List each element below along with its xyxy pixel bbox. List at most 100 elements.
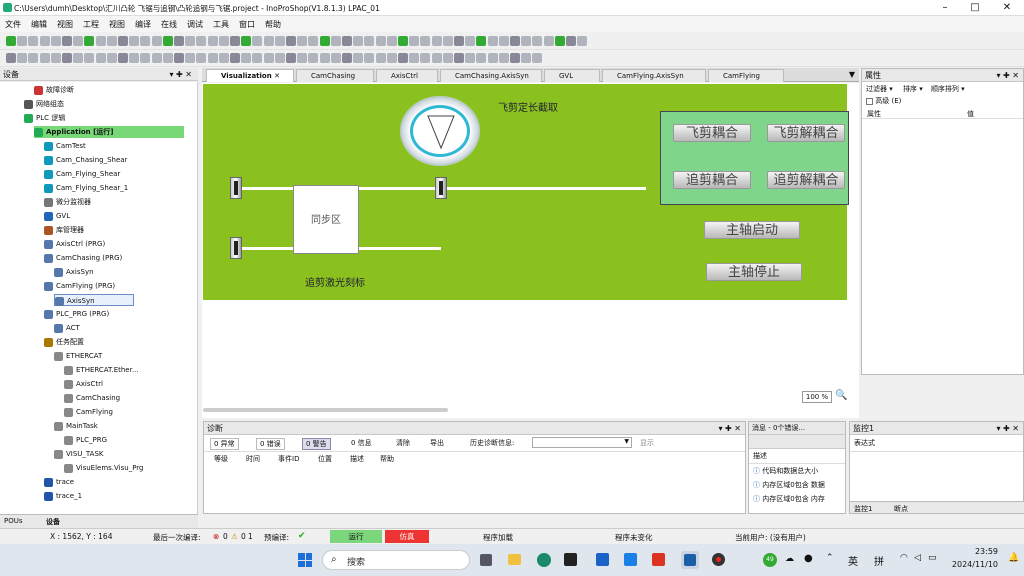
toolbar-button-icon[interactable] <box>330 53 341 63</box>
taskbar-search[interactable]: ⌕ 搜索 <box>322 550 470 570</box>
toolbar-button-icon[interactable] <box>442 36 453 46</box>
tree-node[interactable]: trace <box>44 476 74 488</box>
toolbar-button-icon[interactable] <box>174 53 184 63</box>
file-explorer-icon[interactable] <box>508 554 521 565</box>
menu-view[interactable]: 视图 <box>52 16 78 33</box>
tree-node[interactable]: AxisCtrl <box>64 378 103 390</box>
info-filter-button[interactable]: 0 信息 <box>348 438 375 448</box>
message-item[interactable]: ⓘ 内存区域0包含 内存 <box>749 492 845 506</box>
toolbar-button-icon[interactable] <box>73 53 84 63</box>
toolbar-button-icon[interactable] <box>454 36 464 46</box>
close-button[interactable]: ✕ <box>997 2 1017 13</box>
tree-node[interactable]: CamChasing (PRG) <box>44 252 122 264</box>
toolbar-button-icon[interactable] <box>308 36 319 46</box>
toolbar-button-icon[interactable] <box>420 36 431 46</box>
wps-icon[interactable] <box>652 553 665 566</box>
tree-node[interactable]: 库管理器 <box>44 224 84 236</box>
tab-watch1[interactable]: 监控1 <box>854 504 872 514</box>
toolbar-button-icon[interactable] <box>241 36 252 46</box>
tree-node[interactable]: MainTask <box>54 420 98 432</box>
menu-file[interactable]: 文件 <box>0 16 26 33</box>
tree-node[interactable]: AxisSyn <box>54 266 94 278</box>
clock-date[interactable]: 2024/11/10 <box>948 560 998 569</box>
toolbar-button-icon[interactable] <box>364 53 375 63</box>
mail-icon[interactable] <box>596 553 609 566</box>
tree-node[interactable]: AxisCtrl (PRG) <box>44 238 105 250</box>
battery-icon[interactable]: ▭ <box>928 553 937 563</box>
toolbar-button-icon[interactable] <box>342 36 352 46</box>
windows-start-icon[interactable] <box>298 553 312 567</box>
toolbar-button-icon[interactable] <box>62 36 72 46</box>
tree-node[interactable]: CamTest <box>44 140 86 152</box>
master-stop-button[interactable]: 主轴停止 <box>706 263 802 281</box>
tab-breakpoints[interactable]: 断点 <box>894 504 908 514</box>
toolbar-button-icon[interactable] <box>162 36 173 46</box>
toolbar-button-icon[interactable] <box>106 36 117 46</box>
toolbar-button-icon[interactable] <box>28 36 39 46</box>
toolbar-button-icon[interactable] <box>409 36 420 46</box>
tab-camchasing-axissyn[interactable]: CamChasing.AxisSyn <box>440 69 542 82</box>
menu-window[interactable]: 窗口 <box>234 16 260 33</box>
tree-node[interactable]: GVL <box>44 210 70 222</box>
tree-node[interactable]: 网络组态 <box>24 98 64 110</box>
toolbar-button-icon[interactable] <box>286 36 296 46</box>
toolbar-button-icon[interactable] <box>510 53 520 63</box>
speaker-icon[interactable]: ◁ <box>914 553 921 563</box>
chase-decouple-button[interactable]: 追剪解耦合 <box>767 171 845 189</box>
toolbar-button-icon[interactable] <box>353 53 364 63</box>
toolbar-button-icon[interactable] <box>274 53 285 63</box>
toolbar-button-icon[interactable] <box>39 36 50 46</box>
clock-time[interactable]: 23:59 <box>948 547 998 556</box>
task-view-icon[interactable] <box>480 554 492 566</box>
toolbar-button-icon[interactable] <box>129 36 140 46</box>
toolbar-button-icon[interactable] <box>398 53 408 63</box>
show-button[interactable]: 显示 <box>640 438 654 448</box>
tree-node[interactable]: PLC 逻辑 <box>24 112 65 124</box>
toolbar-button-icon[interactable] <box>454 53 464 63</box>
toolbar-button-icon[interactable] <box>106 53 117 63</box>
notification-bell-icon[interactable]: 🔔 <box>1008 553 1019 563</box>
toolbar-button-icon[interactable] <box>431 53 442 63</box>
tree-node[interactable]: Cam_Chasing_Shear <box>44 154 127 166</box>
tree-node[interactable]: Application [运行] <box>34 126 184 138</box>
toolbar-button-icon[interactable] <box>185 36 196 46</box>
chase-couple-button[interactable]: 追剪耦合 <box>673 171 751 189</box>
toolbar-button-icon[interactable] <box>6 36 16 46</box>
toolbar-button-icon[interactable] <box>95 36 106 46</box>
toolbar-button-icon[interactable] <box>297 53 308 63</box>
tree-node[interactable]: ETHERCAT.Ether... <box>64 364 139 376</box>
toolbar-button-icon[interactable] <box>431 36 442 46</box>
toolbar-button-icon[interactable] <box>476 53 487 63</box>
menu-view2[interactable]: 视图 <box>104 16 130 33</box>
error-filter-button[interactable]: 0 错误 <box>256 438 285 450</box>
toolbar-button-icon[interactable] <box>330 36 341 46</box>
horizontal-scrollbar[interactable] <box>203 408 448 412</box>
toolbar-button-icon[interactable] <box>398 36 408 46</box>
toolbar-button-icon[interactable] <box>84 53 95 63</box>
toolbar-button-icon[interactable] <box>129 53 140 63</box>
edge-icon[interactable] <box>537 553 551 567</box>
toolbar-button-icon[interactable] <box>308 53 319 63</box>
toolbar-button-icon[interactable] <box>185 53 196 63</box>
menu-online[interactable]: 在线 <box>156 16 182 33</box>
toolbar-button-icon[interactable] <box>50 36 61 46</box>
toolbar-button-icon[interactable] <box>118 53 128 63</box>
tree-node[interactable]: 任务配置 <box>44 336 84 348</box>
toolbar-button-icon[interactable] <box>230 53 240 63</box>
tab-gvl[interactable]: GVL <box>544 69 600 82</box>
tab-pous[interactable]: POUs <box>4 517 23 525</box>
fly-couple-button[interactable]: 飞剪耦合 <box>673 124 751 142</box>
minimize-button[interactable]: – <box>935 2 955 13</box>
tree-node[interactable]: CamFlying (PRG) <box>44 280 115 292</box>
toolbar-button-icon[interactable] <box>207 36 218 46</box>
toolbar-button-icon[interactable] <box>554 36 565 46</box>
toolbar-button-icon[interactable] <box>263 53 274 63</box>
inoproshop-taskbar-icon[interactable] <box>681 551 699 569</box>
toolbar-button-icon[interactable] <box>442 53 453 63</box>
close-icon[interactable]: ✕ <box>274 72 280 80</box>
wechat-icon[interactable]: ● <box>804 553 813 564</box>
export-button[interactable]: 导出 <box>430 438 444 448</box>
toolbar-button-icon[interactable] <box>420 53 431 63</box>
menu-build[interactable]: 编译 <box>130 16 156 33</box>
toolbar-button-icon[interactable] <box>375 36 386 46</box>
